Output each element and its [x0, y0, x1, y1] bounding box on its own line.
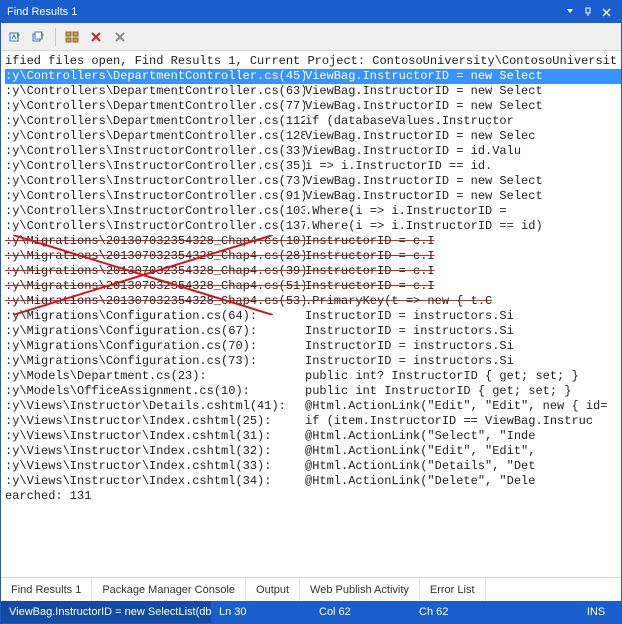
result-line[interactable]: :y\Views\Instructor\Index.cshtml(31): @H… [5, 429, 621, 444]
result-line[interactable]: :y\Migrations\Configuration.cs(67): Inst… [5, 324, 621, 339]
result-line[interactable]: :y\Controllers\InstructorController.cs(9… [5, 189, 621, 204]
result-line[interactable]: :y\Controllers\DepartmentController.cs(6… [5, 84, 621, 99]
goto-location-icon[interactable] [5, 27, 25, 47]
result-line[interactable]: :y\Models\OfficeAssignment.cs(10): publi… [5, 384, 621, 399]
pin-icon[interactable] [579, 4, 597, 20]
status-mode: INS [571, 601, 621, 623]
result-line[interactable]: :y\Migrations\Configuration.cs(70): Inst… [5, 339, 621, 354]
status-context: ViewBag.InstructorID = new SelectList(db… [1, 601, 211, 623]
result-line[interactable]: :y\Migrations\Configuration.cs(73): Inst… [5, 354, 621, 369]
result-line[interactable]: :y\Models\Department.cs(23): public int?… [5, 369, 621, 384]
result-line[interactable]: :y\Controllers\DepartmentController.cs(1… [5, 129, 621, 144]
result-line[interactable]: :y\Migrations\201307032354328_Chap4.cs(5… [5, 294, 621, 309]
close-icon[interactable] [597, 4, 615, 20]
toolbar [1, 23, 621, 51]
titlebar: Find Results 1 [1, 1, 621, 23]
result-line[interactable]: :y\Controllers\DepartmentController.cs(1… [5, 114, 621, 129]
toolbar-separator [55, 28, 56, 46]
result-line[interactable]: :y\Controllers\InstructorController.cs(7… [5, 174, 621, 189]
window-position-icon[interactable] [561, 4, 579, 20]
clear-icon[interactable] [110, 27, 130, 47]
result-line[interactable]: :y\Migrations\201307032354328_Chap4.cs(1… [5, 234, 621, 249]
result-line[interactable]: :y\Views\Instructor\Index.cshtml(33): @H… [5, 459, 621, 474]
result-line[interactable]: :y\Controllers\InstructorController.cs(3… [5, 159, 621, 174]
statusbar: ViewBag.InstructorID = new SelectList(db… [1, 601, 621, 623]
status-col: Col 62 [311, 601, 411, 623]
result-line[interactable]: :y\Migrations\Configuration.cs(64): Inst… [5, 309, 621, 324]
result-line[interactable]: :y\Controllers\DepartmentController.cs(7… [5, 99, 621, 114]
result-line[interactable]: :y\Migrations\201307032354328_Chap4.cs(2… [5, 249, 621, 264]
result-line[interactable]: :y\Controllers\InstructorController.cs(1… [5, 219, 621, 234]
tab-package-manager-console[interactable]: Package Manager Console [92, 578, 246, 601]
result-line[interactable]: :y\Views\Instructor\Details.cshtml(41): … [5, 399, 621, 414]
result-line[interactable]: :y\Controllers\InstructorController.cs(3… [5, 144, 621, 159]
results-footer: earched: 131 [5, 489, 621, 504]
status-ch: Ch 62 [411, 601, 571, 623]
gallery-icon[interactable] [62, 27, 82, 47]
results-pane[interactable]: ified files open, Find Results 1, Curren… [1, 51, 621, 577]
tab-output[interactable]: Output [246, 578, 300, 601]
tab-find-results-1[interactable]: Find Results 1 [1, 578, 92, 601]
stop-icon[interactable] [86, 27, 106, 47]
tab-web-publish-activity[interactable]: Web Publish Activity [300, 578, 420, 601]
bottom-tabs: Find Results 1Package Manager ConsoleOut… [1, 577, 621, 601]
goto-next-icon[interactable] [29, 27, 49, 47]
result-line[interactable]: :y\Controllers\InstructorController.cs(1… [5, 204, 621, 219]
result-line[interactable]: :y\Views\Instructor\Index.cshtml(34): @H… [5, 474, 621, 489]
result-line[interactable]: :y\Controllers\DepartmentController.cs(4… [5, 69, 621, 84]
result-line[interactable]: :y\Migrations\201307032354328_Chap4.cs(3… [5, 264, 621, 279]
tab-error-list[interactable]: Error List [420, 578, 486, 601]
result-line[interactable]: :y\Migrations\201307032354328_Chap4.cs(5… [5, 279, 621, 294]
status-line: Ln 30 [211, 601, 311, 623]
results-header: ified files open, Find Results 1, Curren… [5, 54, 621, 69]
window-title: Find Results 1 [7, 6, 561, 18]
result-line[interactable]: :y\Views\Instructor\Index.cshtml(25): if… [5, 414, 621, 429]
result-line[interactable]: :y\Views\Instructor\Index.cshtml(32): @H… [5, 444, 621, 459]
